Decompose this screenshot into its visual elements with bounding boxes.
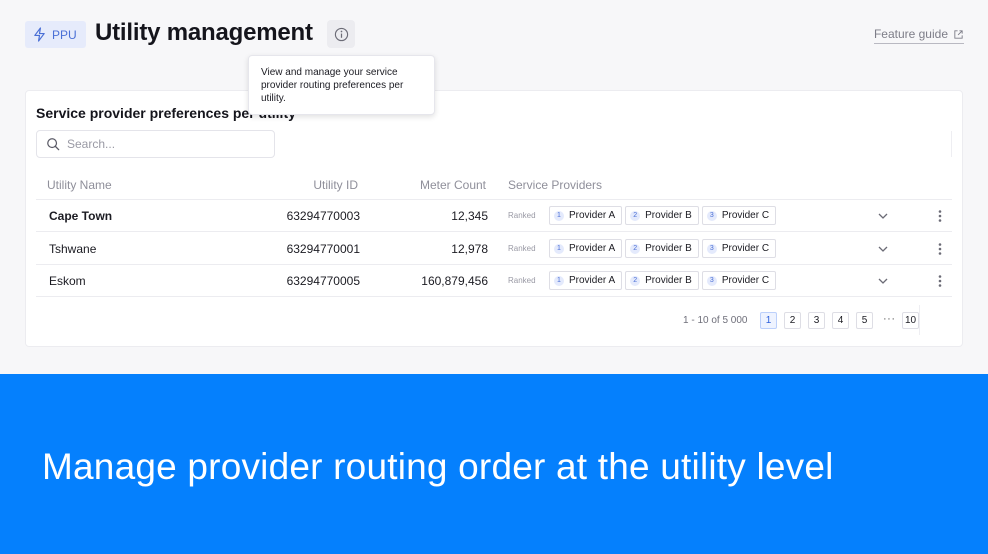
rank-number: 2	[630, 210, 641, 221]
external-link-icon	[954, 29, 963, 39]
provider-chip[interactable]: 3 Provider C	[701, 206, 777, 225]
rank-number: 3	[706, 243, 717, 254]
pagination-info: 1 - 10 of 5 000	[683, 315, 748, 326]
provider-label: Provider B	[645, 275, 692, 286]
feature-guide-label: Feature guide	[873, 27, 948, 41]
column-header-service-providers[interactable]: Service Providers	[508, 178, 602, 192]
rank-number: 1	[554, 243, 564, 254]
provider-chip[interactable]: 2 Provider B	[625, 271, 699, 290]
feature-guide-link[interactable]: Feature guide	[873, 27, 964, 44]
utility-name: Eskom	[49, 274, 86, 288]
utility-id: 63294770003	[286, 209, 360, 223]
meter-count: 12,345	[451, 209, 488, 223]
provider-chip[interactable]: 3 Provider C	[701, 239, 777, 258]
info-tooltip: View and manage your service provider ro…	[248, 55, 435, 115]
badge-label: PPU	[52, 27, 77, 42]
column-header-meter-count[interactable]: Meter Count	[420, 178, 486, 192]
page-button-2[interactable]: 2	[784, 312, 801, 329]
pagination: 1 - 10 of 5 000 1 2 3 4 5 ··· 10	[26, 305, 964, 335]
provider-chip[interactable]: 1 Provider A	[549, 206, 623, 225]
provider-label: Provider B	[645, 210, 692, 221]
utility-id: 63294770005	[286, 274, 360, 288]
rank-number: 1	[554, 275, 564, 286]
column-header-utility-id[interactable]: Utility ID	[313, 178, 358, 192]
pagination-divider	[919, 305, 920, 335]
ppu-badge: PPU	[25, 21, 86, 48]
search-icon	[47, 138, 60, 151]
rank-number: 3	[706, 275, 717, 286]
ranked-label: Ranked	[508, 244, 536, 253]
chevron-down-icon[interactable]	[876, 209, 890, 223]
rank-number: 2	[630, 275, 641, 286]
more-options-icon[interactable]	[933, 209, 947, 223]
table-row[interactable]: Eskom 63294770005 160,879,456 Ranked 1 Pr…	[36, 265, 952, 297]
rank-number: 1	[554, 210, 564, 221]
more-options-icon[interactable]	[933, 242, 947, 256]
pagination-ellipsis[interactable]: ···	[883, 313, 896, 325]
page-button-4[interactable]: 4	[832, 312, 849, 329]
rank-number: 2	[630, 243, 641, 254]
meter-count: 12,978	[451, 242, 488, 256]
page-title: Utility management	[95, 19, 313, 46]
provider-chip[interactable]: 1 Provider A	[549, 239, 623, 258]
table-row[interactable]: Tshwane 63294770001 12,978 Ranked 1 Provi…	[36, 233, 952, 265]
preferences-card: Service provider preferences per utility…	[25, 90, 963, 347]
lightning-icon	[34, 27, 45, 42]
app-surface: PPU Utility management Feature guide Ser…	[0, 0, 988, 374]
provider-label: Provider B	[645, 243, 692, 254]
caption-banner: Manage provider routing order at the uti…	[0, 374, 988, 554]
provider-label: Provider A	[569, 243, 616, 254]
utility-id: 63294770001	[286, 242, 360, 256]
utility-name: Tshwane	[49, 242, 97, 256]
page-button-5[interactable]: 5	[856, 312, 873, 329]
page-button-3[interactable]: 3	[808, 312, 825, 329]
banner-text: Manage provider routing order at the uti…	[42, 446, 834, 487]
more-options-icon[interactable]	[933, 274, 947, 288]
meter-count: 160,879,456	[421, 274, 488, 288]
toolbar-divider	[951, 131, 952, 157]
page-button-1[interactable]: 1	[760, 312, 777, 329]
provider-label: Provider A	[569, 275, 616, 286]
provider-chip[interactable]: 3 Provider C	[701, 271, 777, 290]
provider-chips: 1 Provider A 2 Provider B 3 Provider C	[549, 239, 777, 258]
info-button[interactable]	[327, 20, 355, 48]
ranked-label: Ranked	[508, 276, 536, 285]
provider-label: Provider C	[721, 243, 770, 254]
info-icon	[334, 27, 348, 41]
provider-label: Provider A	[569, 210, 616, 221]
search-input[interactable]	[67, 137, 247, 151]
provider-chips: 1 Provider A 2 Provider B 3 Provider C	[549, 271, 777, 290]
search-box[interactable]	[36, 130, 275, 158]
provider-label: Provider C	[721, 210, 770, 221]
chevron-down-icon[interactable]	[876, 242, 890, 256]
page-button-last[interactable]: 10	[902, 312, 919, 329]
ranked-label: Ranked	[508, 211, 536, 220]
rank-number: 3	[706, 210, 717, 221]
provider-chips: 1 Provider A 2 Provider B 3 Provider C	[549, 206, 777, 225]
utility-name: Cape Town	[49, 209, 113, 223]
provider-chip[interactable]: 1 Provider A	[549, 271, 623, 290]
provider-chip[interactable]: 2 Provider B	[625, 239, 699, 258]
table-row[interactable]: Cape Town 63294770003 12,345 Ranked 1 Pro…	[36, 200, 952, 232]
provider-label: Provider C	[721, 275, 770, 286]
chevron-down-icon[interactable]	[876, 274, 890, 288]
column-header-utility-name[interactable]: Utility Name	[47, 178, 112, 192]
provider-chip[interactable]: 2 Provider B	[625, 206, 699, 225]
